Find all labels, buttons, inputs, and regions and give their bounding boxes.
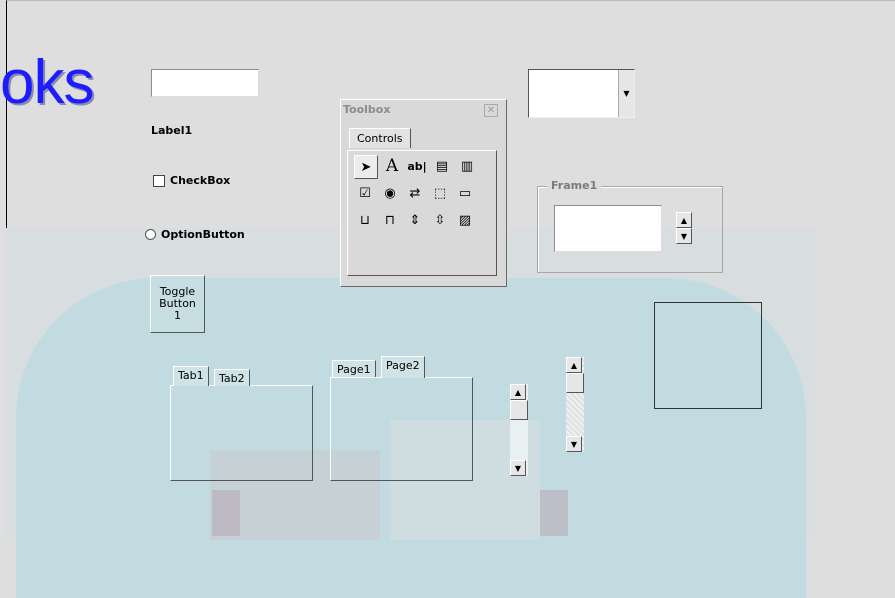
select-pointer-icon[interactable]: ➤ (354, 155, 378, 179)
tab-tab1-label: Tab1 (178, 369, 204, 382)
toolbox-controls-pane: ➤ A ab| ▤ ▥ ☑ ◉ ⇄ ⬚ ▭ ⊔ ⊓ ⇕ ⇳ ▨ (347, 150, 497, 276)
frame-icon[interactable]: ⬚ (429, 182, 451, 204)
scroll-thumb[interactable] (510, 400, 528, 420)
scroll-down-button[interactable]: ▼ (566, 436, 582, 452)
tab-controls[interactable]: Controls (349, 128, 411, 148)
scroll-up-button[interactable]: ▲ (510, 384, 526, 400)
frame1-caption: Frame1 (547, 179, 602, 192)
toggle-button-line-3: 1 (174, 309, 181, 322)
tab-tab2[interactable]: Tab2 (214, 369, 250, 386)
close-icon[interactable]: ✕ (484, 104, 498, 117)
combobox-dropdown-button[interactable]: ▼ (618, 70, 634, 117)
tab-tab1[interactable]: Tab1 (173, 366, 209, 386)
spin-up-button[interactable]: ▲ (676, 212, 692, 228)
scroll-up-button[interactable]: ▲ (566, 357, 582, 373)
arrow-up-icon: ▲ (514, 387, 522, 397)
arrow-down-icon: ▼ (680, 231, 688, 241)
background-stripe-right (540, 490, 568, 536)
chevron-down-icon: ▼ (623, 89, 630, 98)
tab-page2-label: Page2 (386, 359, 420, 372)
toolbox-title: Toolbox (343, 103, 391, 116)
tabstrip-icon[interactable]: ⊔ (354, 209, 376, 231)
frame-textbox[interactable] (554, 205, 662, 252)
option-button-label: OptionButton (161, 228, 245, 241)
spinbutton-icon[interactable]: ⇳ (429, 209, 451, 231)
background-stripe-left (212, 490, 240, 536)
arrow-up-icon: ▲ (680, 215, 688, 225)
combobox-icon[interactable]: ▤ (431, 155, 453, 177)
checkbox[interactable]: CheckBox (153, 174, 230, 187)
scrollbar-vertical-2[interactable]: ▲ ▼ (566, 357, 584, 452)
scroll-thumb[interactable] (566, 373, 584, 393)
commandbutton-icon[interactable]: ▭ (454, 182, 476, 204)
togglebutton-icon[interactable]: ⇄ (404, 182, 426, 204)
scroll-down-button[interactable]: ▼ (510, 460, 526, 476)
multipage-icon[interactable]: ⊓ (379, 209, 401, 231)
label-A-icon[interactable]: A (381, 155, 403, 177)
checkbox-icon[interactable]: ☑ (354, 182, 376, 204)
scrollbar-icon[interactable]: ⇕ (404, 209, 426, 231)
tabstrip-pane (170, 385, 313, 481)
tab-page2[interactable]: Page2 (381, 356, 425, 378)
tab-tab2-label: Tab2 (219, 372, 245, 385)
checkbox-label: CheckBox (170, 174, 231, 187)
option-button-circle[interactable] (145, 229, 156, 240)
arrow-down-icon: ▼ (570, 439, 578, 449)
multipage-pane (330, 377, 473, 481)
spin-button[interactable]: ▲ ▼ (676, 212, 694, 244)
toggle-button[interactable]: Toggle Button 1 (150, 275, 205, 333)
listbox-icon[interactable]: ▥ (456, 155, 478, 177)
checkbox-box[interactable] (153, 174, 165, 187)
tab-page1-label: Page1 (337, 363, 371, 376)
tool-row-2: ☑ ◉ ⇄ ⬚ ▭ (354, 182, 476, 204)
image-icon[interactable]: ▨ (454, 209, 476, 231)
option-button[interactable]: OptionButton (145, 228, 245, 241)
arrow-down-icon: ▼ (514, 463, 522, 473)
toolbox-window[interactable]: Toolbox ✕ Controls ➤ A ab| ▤ ▥ ☑ ◉ ⇄ ⬚ ▭… (340, 99, 507, 287)
tool-row-3: ⊔ ⊓ ⇕ ⇳ ▨ (354, 209, 476, 231)
textbox-ab-icon[interactable]: ab| (406, 155, 428, 177)
tab-page1[interactable]: Page1 (332, 360, 376, 377)
textbox[interactable] (151, 69, 259, 97)
scrollbar-vertical-1[interactable]: ▲ ▼ (510, 384, 528, 476)
arrow-up-icon: ▲ (570, 360, 578, 370)
tab-controls-label: Controls (357, 132, 403, 145)
tool-row-1: ➤ A ab| ▤ ▥ (354, 155, 478, 179)
image-control[interactable] (654, 302, 762, 409)
label1: Label1 (151, 124, 193, 137)
heading-text: oks (0, 48, 94, 117)
spin-down-button[interactable]: ▼ (676, 228, 692, 244)
optionbutton-icon[interactable]: ◉ (379, 182, 401, 204)
combobox[interactable]: ▼ (528, 69, 635, 118)
